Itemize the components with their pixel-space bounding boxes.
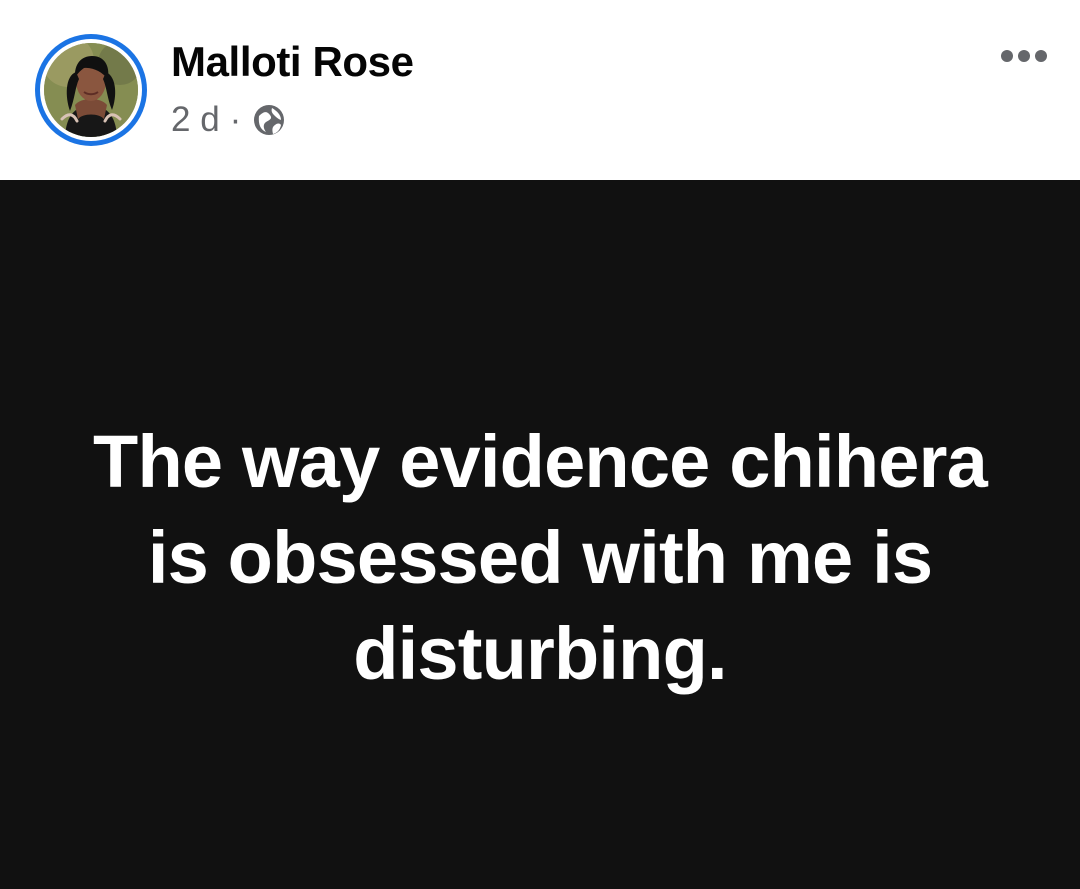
author-avatar-story-ring[interactable] xyxy=(35,34,147,146)
author-avatar[interactable] xyxy=(44,43,138,137)
avatar-inner-gap xyxy=(40,39,142,141)
profile-photo-icon xyxy=(44,43,138,137)
author-name[interactable]: Malloti Rose xyxy=(171,38,414,86)
post-text-background: The way evidence chihera is obsessed wit… xyxy=(0,180,1080,889)
meta-separator: · xyxy=(229,100,242,139)
post-status-text: The way evidence chihera is obsessed wit… xyxy=(93,420,988,695)
post-options-button[interactable] xyxy=(995,41,1053,71)
post-timestamp[interactable]: 2 d xyxy=(171,99,220,141)
facebook-post: Malloti Rose 2 d · The way evidence chih… xyxy=(0,0,1080,889)
post-header: Malloti Rose 2 d · xyxy=(0,0,1080,180)
post-meta: 2 d · xyxy=(171,99,286,141)
more-horizontal-icon xyxy=(1001,50,1047,62)
globe-icon[interactable] xyxy=(252,103,286,137)
